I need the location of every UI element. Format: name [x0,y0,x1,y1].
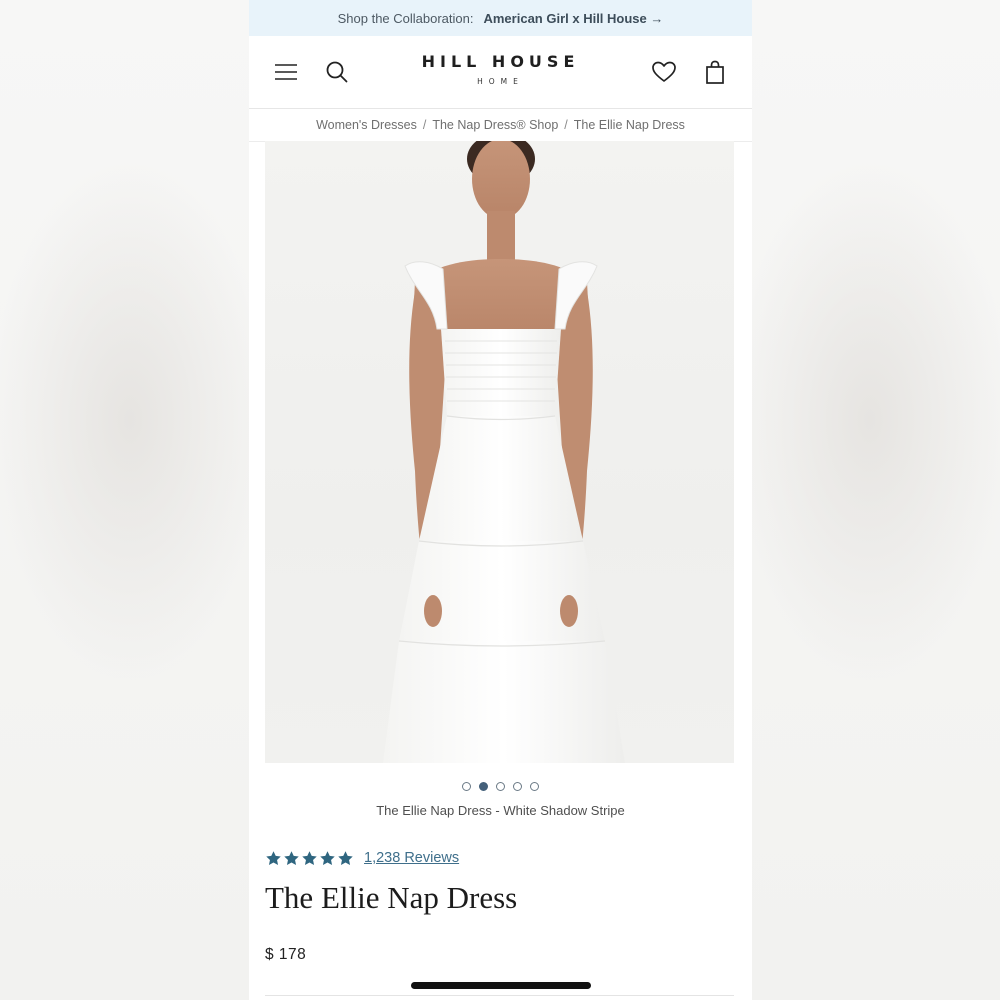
promo-link[interactable]: American Girl x Hill House → [483,11,663,26]
gallery-dot[interactable] [479,782,488,791]
product-image-gallery[interactable] [265,141,734,763]
promo-banner[interactable]: Shop the Collaboration: American Girl x … [249,0,752,36]
breadcrumb-separator: / [422,117,427,132]
star-icon [338,850,353,865]
bag-icon[interactable] [703,59,727,85]
breadcrumb-current-product: The Ellie Nap Dress [573,117,685,132]
star-icon [320,850,335,865]
gallery-pagination [249,782,752,796]
product-photo [383,141,625,763]
section-divider [265,995,734,996]
reviews-link[interactable]: 1,238 Reviews [364,850,459,866]
mobile-page: Shop the Collaboration: American Girl x … [249,0,752,1000]
breadcrumb-separator: / [564,117,568,132]
image-caption: The Ellie Nap Dress - White Shadow Strip… [376,803,625,818]
gallery-dot[interactable] [513,782,522,791]
gallery-dot[interactable] [462,782,471,791]
star-rating [265,850,354,867]
star-icon [266,850,281,865]
promo-prefix: Shop the Collaboration: [337,10,474,26]
breadcrumb-nap-dress-shop[interactable]: The Nap Dress® Shop [432,118,558,132]
gallery-dot[interactable] [496,782,505,791]
product-rating: 1,238 Reviews [265,848,459,868]
star-icon [284,850,299,865]
breadcrumb-womens-dresses[interactable]: Women's Dresses [316,118,417,132]
gallery-dot[interactable] [530,782,539,791]
star-icon [302,850,317,865]
home-indicator[interactable] [411,982,591,989]
product-title: The Ellie Nap Dress [265,880,518,915]
breadcrumb: Women's Dresses / The Nap Dress® Shop / … [249,108,752,142]
heart-icon[interactable] [651,60,677,84]
product-price: $ 178 [265,946,307,963]
site-header: HILL HOUSE HOME [249,36,752,109]
